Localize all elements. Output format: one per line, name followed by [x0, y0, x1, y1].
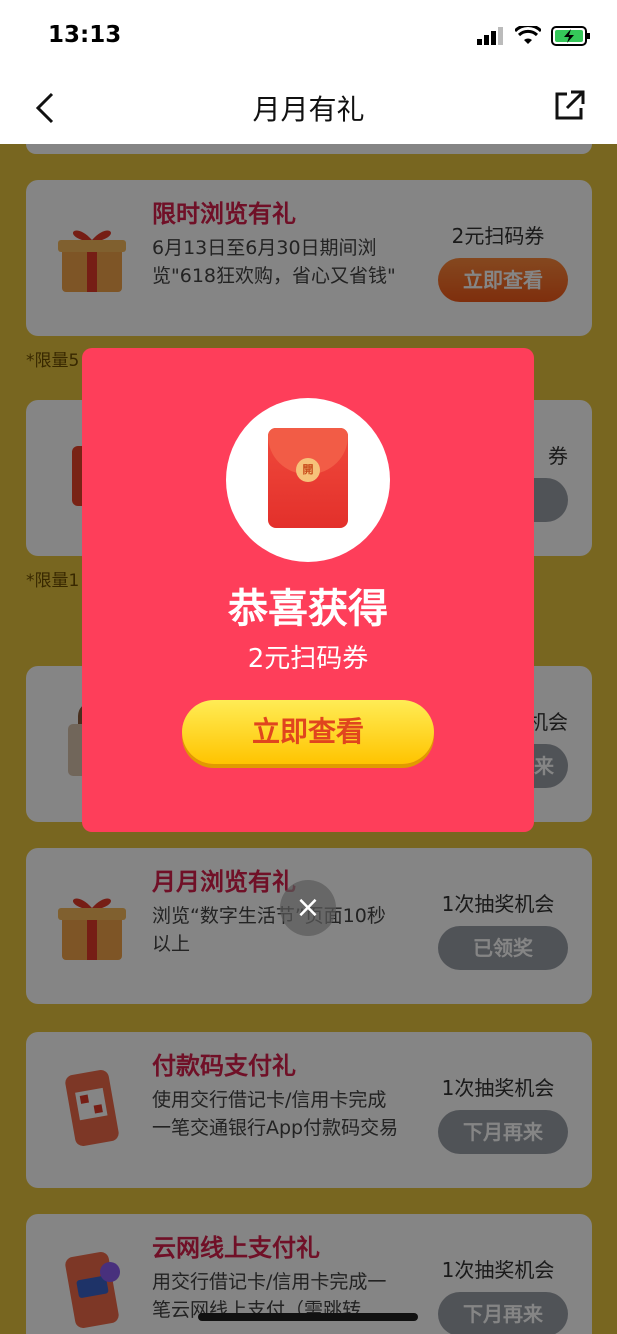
status-bar: 13:13	[0, 0, 617, 70]
status-icons	[477, 26, 591, 46]
share-icon[interactable]	[551, 88, 587, 124]
battery-icon	[551, 26, 590, 46]
signal-icon	[477, 27, 503, 45]
modal-view-now-button[interactable]: 立即查看	[182, 700, 434, 764]
home-indicator	[198, 1313, 418, 1321]
page-title: 月月有礼	[252, 93, 365, 126]
close-icon[interactable]: ×	[280, 880, 336, 936]
red-envelope-icon: 開	[268, 428, 348, 528]
modal-subtitle: 2元扫码券	[247, 644, 369, 674]
wifi-icon	[515, 26, 541, 44]
modal-title: 恭喜获得	[228, 586, 388, 632]
envelope-seal: 開	[296, 458, 320, 482]
nav-bar: 月月有礼	[0, 70, 617, 144]
reward-modal: 開 恭喜获得 2元扫码券 立即查看	[82, 348, 534, 832]
envelope-circle: 開	[226, 398, 390, 562]
status-time: 13:13	[48, 22, 122, 48]
